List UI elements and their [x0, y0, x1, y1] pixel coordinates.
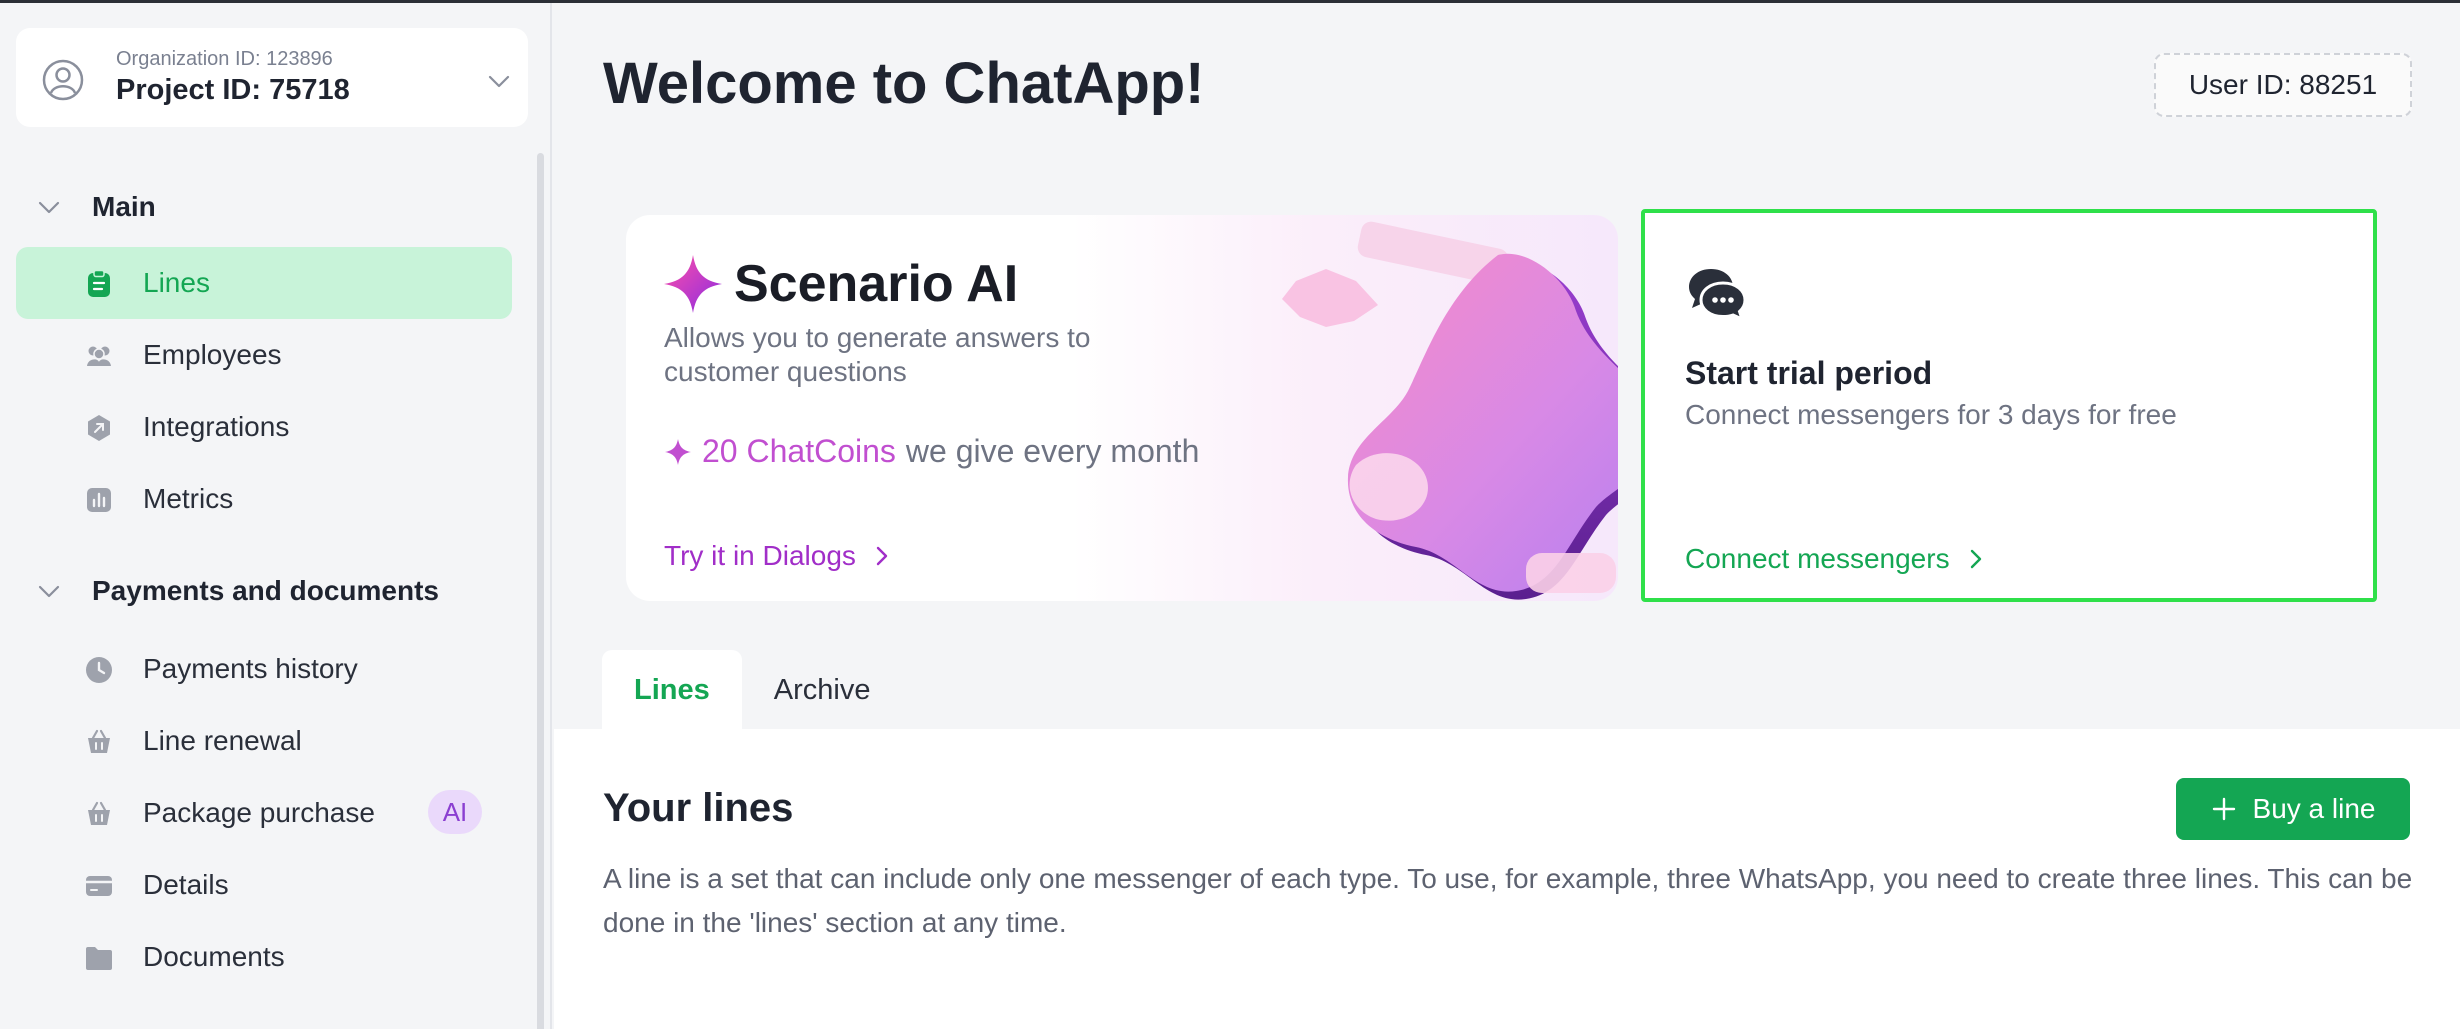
sidebar-item-label: Integrations — [143, 411, 290, 442]
sidebar-item-integrations[interactable]: Integrations — [16, 391, 512, 463]
sidebar-item-payments-history[interactable]: Payments history — [16, 633, 512, 705]
sidebar-item-documents[interactable]: Documents — [16, 921, 512, 993]
sidebar: Organization ID: 123896 Project ID: 7571… — [0, 3, 552, 1029]
sidebar-item-label: Payments history — [143, 653, 358, 684]
user-id-badge[interactable]: User ID: 88251 — [2154, 53, 2412, 117]
chevron-down-icon — [38, 201, 60, 214]
clipboard-icon — [88, 269, 110, 297]
chevron-down-icon — [488, 75, 510, 88]
sidebar-item-label: Package purchase — [143, 797, 375, 828]
tab-lines[interactable]: Lines — [602, 650, 742, 730]
basket-icon — [88, 729, 110, 753]
sidebar-item-label: Documents — [143, 941, 285, 972]
lines-tabs: Lines Archive — [602, 650, 902, 730]
sidebar-item-label: Lines — [143, 267, 210, 298]
sidebar-item-metrics[interactable]: Metrics — [16, 463, 512, 535]
sidebar-item-label: Line renewal — [143, 725, 302, 756]
coins-text: we give every month — [905, 433, 1200, 469]
connect-messengers-label: Connect messengers — [1685, 543, 1950, 574]
lines-title: Your lines — [603, 786, 794, 830]
connect-messengers-link[interactable]: Connect messengers — [1685, 543, 1988, 575]
plus-icon — [2212, 797, 2235, 821]
chat-bubbles-icon — [1689, 269, 1747, 321]
chevron-right-icon — [876, 546, 888, 566]
sparkle-logo-icon — [664, 255, 722, 313]
section-main-title: Main — [92, 191, 156, 222]
section-payments-title: Payments and documents — [92, 575, 439, 606]
promo-description: Allows you to generate answers to custom… — [664, 322, 1091, 387]
sidebar-item-label: Details — [143, 869, 229, 900]
sidebar-item-details[interactable]: Details — [16, 849, 512, 921]
buy-line-label: Buy a line — [2252, 793, 2376, 824]
puzzle-icon — [88, 415, 110, 441]
tab-archive[interactable]: Archive — [742, 650, 903, 730]
try-in-dialogs-label: Try it in Dialogs — [664, 540, 856, 571]
ai-badge: AI — [428, 790, 482, 834]
trial-description: Connect messengers for 3 days for free — [1685, 399, 2177, 430]
basket-icon — [88, 801, 110, 825]
section-main-toggle[interactable]: Main — [36, 187, 156, 227]
coins-amount: 20 ChatCoins — [702, 433, 896, 469]
lines-panel: Your lines Buy a line A line is a set th… — [554, 729, 2460, 1029]
sidebar-item-label: Metrics — [143, 483, 234, 514]
folder-icon — [86, 947, 112, 970]
buy-line-button[interactable]: Buy a line — [2176, 778, 2410, 840]
chevron-down-icon — [38, 585, 60, 598]
chevron-right-icon — [1970, 549, 1981, 569]
try-in-dialogs-link[interactable]: Try it in Dialogs — [664, 540, 894, 572]
project-switcher[interactable]: Organization ID: 123896 Project ID: 7571… — [16, 28, 528, 127]
clock-icon — [86, 657, 112, 683]
promo-coins-line: 20 ChatCoins we give every month — [664, 433, 1199, 470]
project-id: Project ID: 75718 — [116, 74, 350, 106]
lines-description: A line is a set that can include only on… — [603, 863, 2413, 938]
page-title: Welcome to ChatApp! — [603, 51, 1205, 116]
promo-title: Scenario AI — [662, 253, 1018, 315]
sidebar-item-label: Employees — [143, 339, 282, 370]
promo-title-text: Scenario AI — [734, 255, 1019, 313]
star-illustration — [1282, 221, 1618, 600]
sidebar-item-lines[interactable]: Lines — [16, 247, 512, 319]
sidebar-scrollbar[interactable] — [537, 153, 544, 1029]
scenario-ai-banner: Scenario AI Allows you to generate answe… — [626, 215, 1618, 601]
people-icon — [87, 346, 111, 366]
sidebar-item-line-renewal[interactable]: Line renewal — [16, 705, 512, 777]
card-icon — [86, 876, 112, 896]
sparkle-icon — [665, 438, 691, 465]
user-avatar-icon — [42, 59, 84, 101]
organization-id: Organization ID: 123896 — [116, 48, 333, 70]
trial-title: Start trial period — [1685, 355, 1933, 391]
sidebar-item-employees[interactable]: Employees — [16, 319, 512, 391]
trial-period-card: Start trial period Connect messengers fo… — [1641, 209, 2377, 602]
sidebar-item-package-purchase[interactable]: Package purchase AI — [16, 777, 512, 849]
bar-chart-icon — [87, 488, 111, 512]
section-payments-toggle[interactable]: Payments and documents — [36, 571, 439, 611]
